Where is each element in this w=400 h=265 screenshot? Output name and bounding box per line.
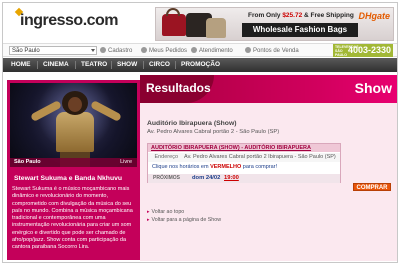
arrow-right-icon: ▸ — [147, 217, 150, 223]
results-category: Show — [354, 80, 392, 96]
pencil-icon — [100, 47, 106, 53]
orders-link[interactable]: Meus Pedidos — [141, 47, 187, 55]
photo-caption: São Paulo Livre — [10, 158, 137, 167]
handbag-icon — [162, 8, 186, 36]
ingresso-logo[interactable]: ingresso.com — [11, 7, 119, 35]
banner-offer: From Only $25.72 & Free Shipping — [248, 12, 354, 19]
city-select-value: São Paulo — [12, 48, 40, 54]
results-title: Resultados — [146, 81, 211, 95]
telesales-number: 4003-2330 — [347, 45, 391, 55]
telesales-badge: TELEVENDAS SÃO PAULO 4003-2330 — [333, 44, 393, 57]
session-box-title[interactable]: AUDITÓRIO IBIRAPUERA (SHOW) - AUDITÓRIO … — [148, 144, 340, 152]
stores-link[interactable]: Pontos de Venda — [245, 47, 299, 55]
menu-cinema[interactable]: CINEMA — [43, 58, 69, 72]
next-session-row: PRÓXIMOS dom 24/02 19:00 — [148, 174, 340, 183]
menu-teatro[interactable]: TEATRO — [81, 58, 107, 72]
banner-brand: DHgate — [358, 11, 390, 21]
main-menu: HOME CINEMA TEATRO SHOW CIRCO PROMOÇÃO — [3, 58, 397, 72]
feature-price-tag: Livre — [120, 159, 132, 165]
back-to-show-link[interactable]: ▸ Voltar para a página de Show — [147, 217, 221, 223]
results-header: Resultados Show — [140, 75, 397, 103]
purchase-hint: Clique nos horários em VERMELHO para com… — [152, 164, 278, 170]
back-to-top-link[interactable]: ▸ Voltar ao topo — [147, 209, 184, 215]
session-date: dom 24/02 — [192, 175, 221, 181]
address-value: Av. Pedro Alvares Cabral portão 2 Ibirap… — [184, 154, 336, 160]
venue-title: Auditório Ibirapuera (Show) — [147, 120, 237, 127]
logo-text: ingresso.com — [20, 12, 119, 29]
address-row: Endereço Av. Pedro Alvares Cabral portão… — [148, 153, 340, 162]
arrow-right-icon: ▸ — [147, 209, 150, 215]
menu-show[interactable]: SHOW — [117, 58, 137, 72]
next-label: PRÓXIMOS — [153, 175, 180, 181]
chevron-down-icon — [91, 49, 95, 52]
featured-show-panel: São Paulo Livre Stewart Sukuma e Banda N… — [7, 80, 140, 260]
list-icon — [141, 47, 147, 53]
artist-photo[interactable]: São Paulo Livre — [10, 83, 137, 167]
utility-bar: São Paulo Cadastro Meus Pedidos Atendime… — [3, 43, 397, 57]
feature-city: São Paulo — [14, 159, 41, 165]
page-frame: ingresso.com From Only $25.72 & Free Shi… — [2, 2, 398, 263]
cart-icon — [245, 47, 251, 53]
headset-icon — [191, 47, 197, 53]
session-time-link[interactable]: 19:00 — [224, 175, 239, 181]
menu-home[interactable]: HOME — [11, 58, 31, 72]
register-link[interactable]: Cadastro — [100, 47, 132, 55]
ad-banner[interactable]: From Only $25.72 & Free Shipping Wholesa… — [155, 7, 394, 41]
support-link[interactable]: Atendimento — [191, 47, 233, 55]
session-box: AUDITÓRIO IBIRAPUERA (SHOW) - AUDITÓRIO … — [147, 143, 341, 183]
menu-circo[interactable]: CIRCO — [149, 58, 170, 72]
results-panel: Resultados Show Auditório Ibirapuera (Sh… — [140, 75, 397, 261]
city-select[interactable]: São Paulo — [9, 46, 97, 55]
banner-headline: Wholesale Fashion Bags — [242, 23, 358, 37]
buy-button[interactable]: COMPRAR — [353, 183, 391, 191]
address-label: Endereço — [154, 154, 178, 160]
handbag-icon — [206, 18, 226, 38]
artist-description: Stewart Sukuma é o músico moçambicano ma… — [12, 186, 133, 251]
menu-promocao[interactable]: PROMOÇÃO — [181, 58, 220, 72]
venue-address: Av. Pedro Alvares Cabral portão 2 - São … — [147, 129, 280, 135]
artist-name[interactable]: Stewart Sukuma e Banda Nkhuvu — [14, 175, 122, 182]
